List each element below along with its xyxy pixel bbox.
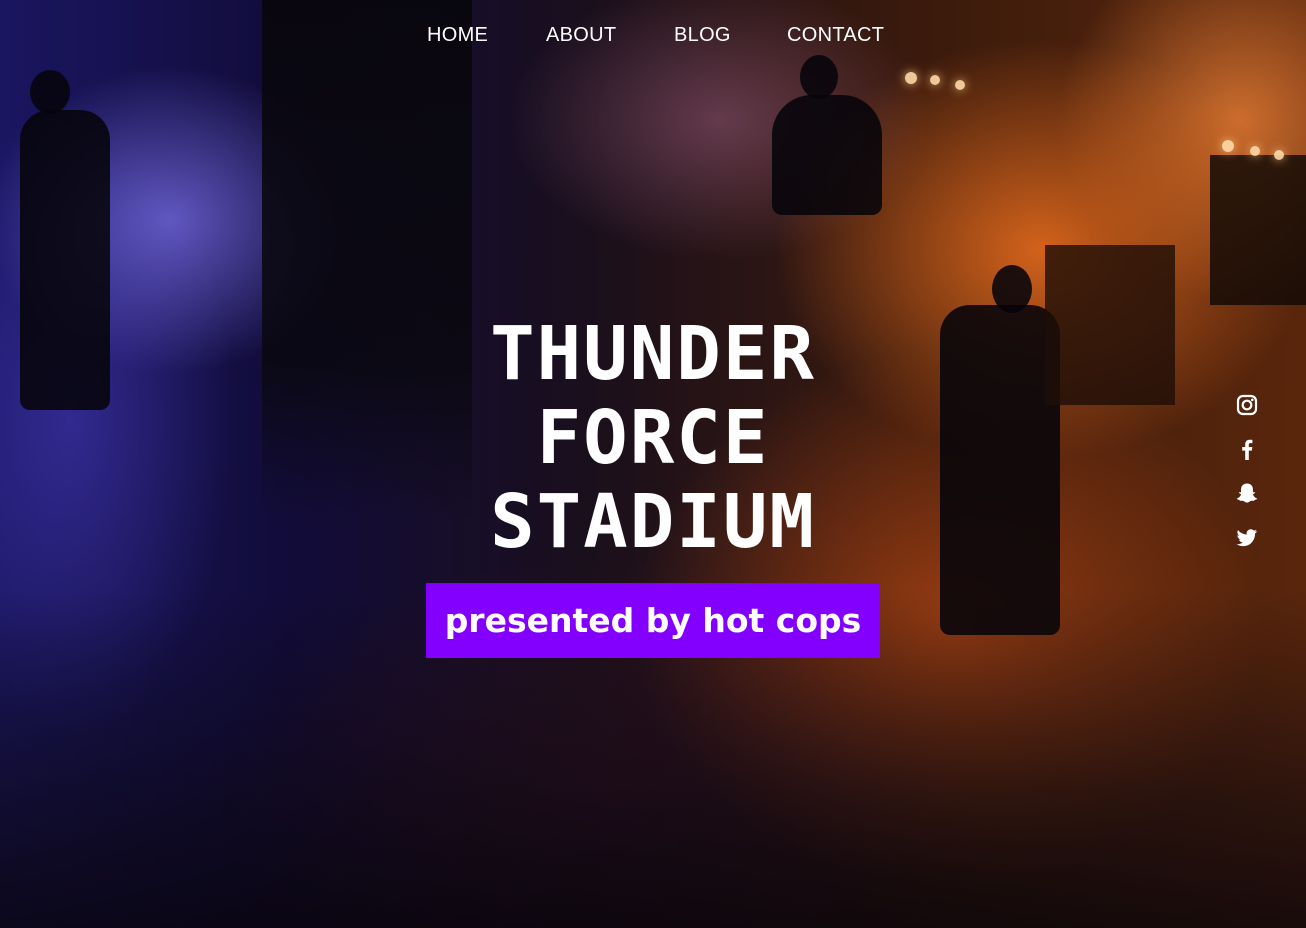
amp-stack [1045, 245, 1175, 405]
stage-light [955, 80, 965, 90]
drummer-body [772, 95, 882, 215]
stage-light [905, 72, 917, 84]
presented-by-button[interactable]: presented by hot cops [426, 583, 880, 658]
main-nav: HOME ABOUT BLOG CONTACT [0, 24, 1306, 54]
drummer-head [800, 55, 838, 99]
hero-title-line-2: FORCE [536, 395, 770, 481]
guitarist-left-head [30, 70, 70, 114]
nav-blog[interactable]: BLOG [674, 24, 731, 47]
snapchat-icon[interactable] [1232, 478, 1262, 508]
speaker-cabinet [1210, 155, 1306, 305]
hero-title-line-1: THUNDER [490, 311, 816, 397]
guitarist-left-body [20, 110, 110, 410]
guitarist-right-body [940, 305, 1060, 635]
nav-contact[interactable]: CONTACT [787, 24, 884, 47]
nav-home[interactable]: HOME [427, 24, 488, 47]
facebook-icon[interactable] [1232, 434, 1262, 464]
page: HOME ABOUT BLOG CONTACT THUNDER FORCE ST… [0, 0, 1306, 928]
hero-title: THUNDER FORCE STADIUM [413, 312, 893, 564]
instagram-icon[interactable] [1232, 390, 1262, 420]
stage-light [1250, 146, 1260, 156]
twitter-icon[interactable] [1232, 522, 1262, 552]
stage-light [1274, 150, 1284, 160]
nav-about[interactable]: ABOUT [546, 24, 616, 47]
stage-light [1222, 140, 1234, 152]
social-bar [1232, 390, 1262, 566]
stage-light [930, 75, 940, 85]
hero-title-line-3: STADIUM [490, 479, 816, 565]
